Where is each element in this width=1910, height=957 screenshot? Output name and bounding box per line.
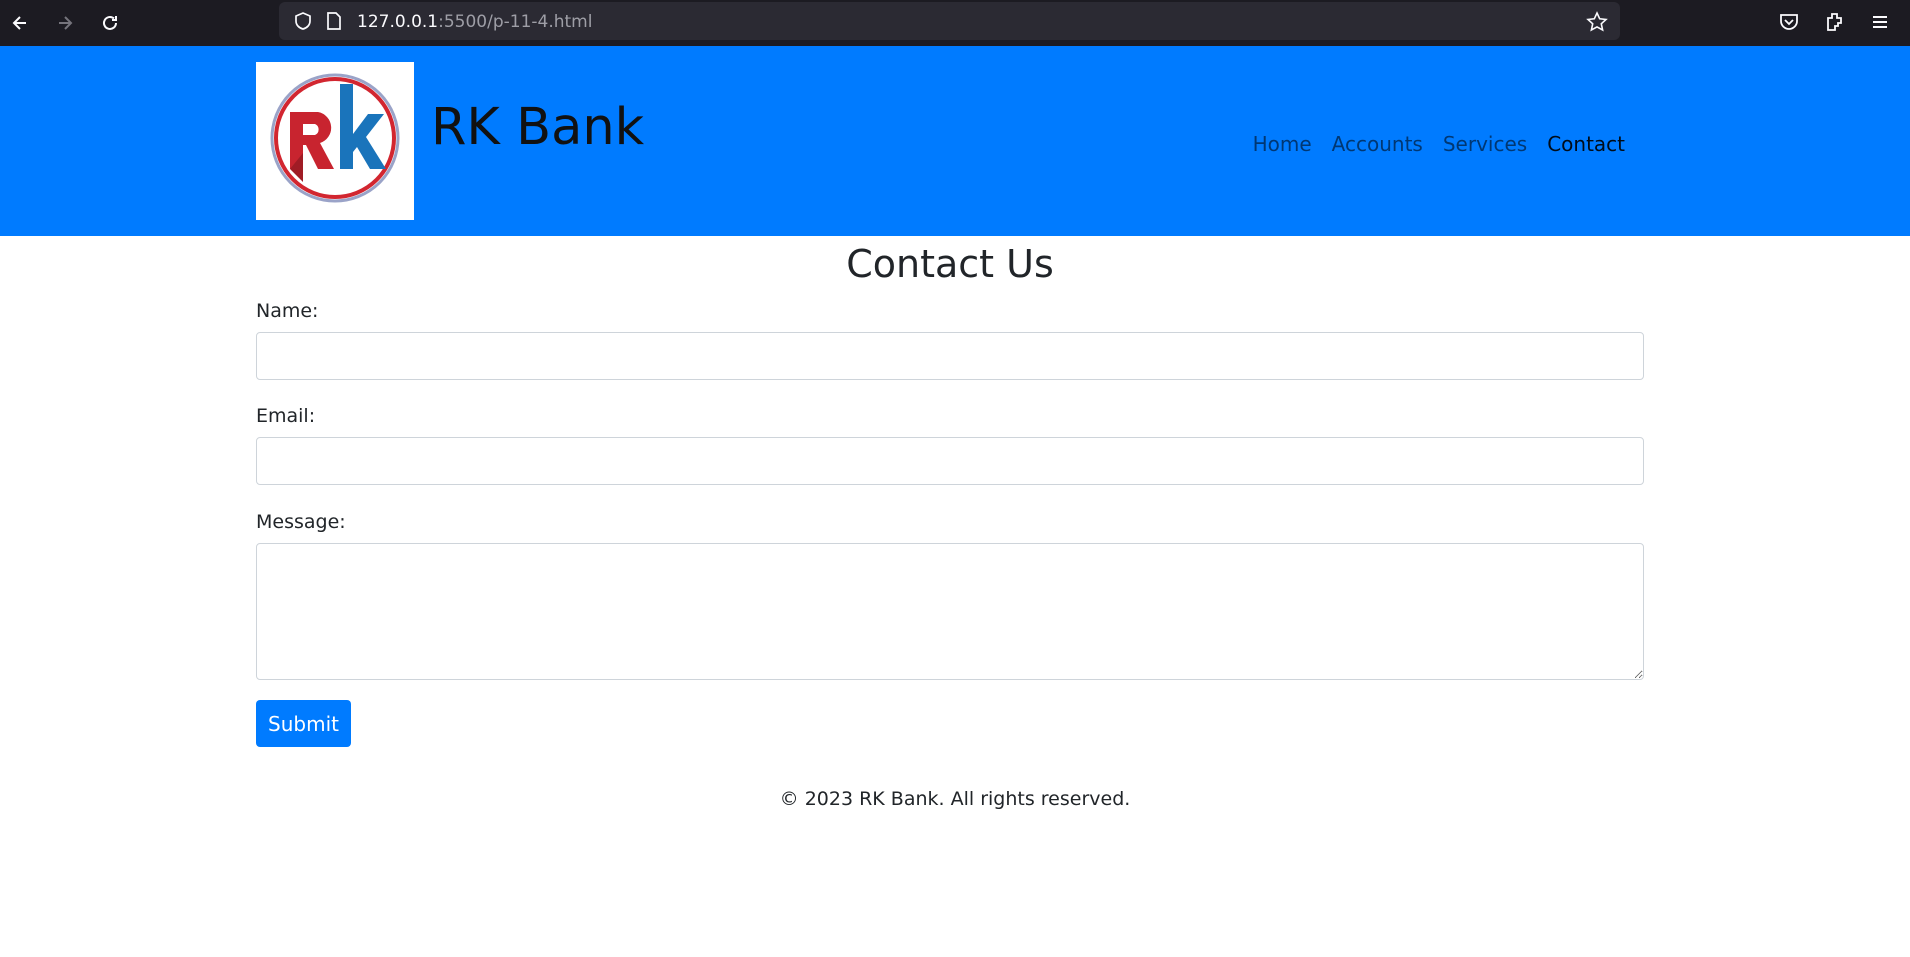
nav-contact[interactable]: Contact [1537, 132, 1635, 156]
shield-icon[interactable] [293, 11, 313, 31]
url-host: 127.0.0.1 [357, 12, 439, 32]
name-label: Name: [256, 300, 319, 322]
back-arrow-icon[interactable] [5, 8, 35, 38]
contact-section: Contact Us Name: Email: Message: Submit [256, 236, 1644, 747]
message-label: Message: [256, 511, 346, 533]
page-title: Contact Us [846, 242, 1054, 286]
email-input[interactable] [256, 437, 1644, 485]
message-group: Message: [256, 511, 1644, 680]
extensions-icon[interactable] [1823, 10, 1847, 34]
url-text[interactable]: 127.0.0.1:5500/p-11-4.html [357, 12, 592, 32]
pocket-icon[interactable] [1777, 10, 1801, 34]
bookmark-star-icon[interactable] [1586, 11, 1608, 33]
name-input[interactable] [256, 332, 1644, 380]
site-header: RK Bank Home Accounts Services Contact [0, 46, 1910, 236]
address-bar[interactable]: 127.0.0.1:5500/p-11-4.html [279, 2, 1620, 40]
nav-accounts[interactable]: Accounts [1322, 132, 1433, 156]
message-textarea[interactable] [256, 543, 1644, 680]
main-nav: Home Accounts Services Contact [1243, 132, 1635, 156]
nav-services[interactable]: Services [1433, 132, 1537, 156]
page-icon [327, 12, 341, 30]
bank-logo[interactable] [256, 62, 414, 220]
name-group: Name: [256, 300, 1644, 380]
nav-home[interactable]: Home [1243, 132, 1322, 156]
reload-icon[interactable] [95, 8, 125, 38]
url-path: :5500/p-11-4.html [438, 12, 593, 32]
footer-copyright: © 2023 RK Bank. All rights reserved. [779, 788, 1131, 810]
menu-icon[interactable] [1868, 10, 1892, 34]
browser-toolbar: 127.0.0.1:5500/p-11-4.html [0, 0, 1910, 46]
email-group: Email: [256, 405, 1644, 485]
email-label: Email: [256, 405, 316, 427]
submit-button[interactable]: Submit [256, 700, 351, 747]
forward-arrow-icon[interactable] [50, 8, 80, 38]
brand-title: RK Bank [431, 98, 645, 157]
